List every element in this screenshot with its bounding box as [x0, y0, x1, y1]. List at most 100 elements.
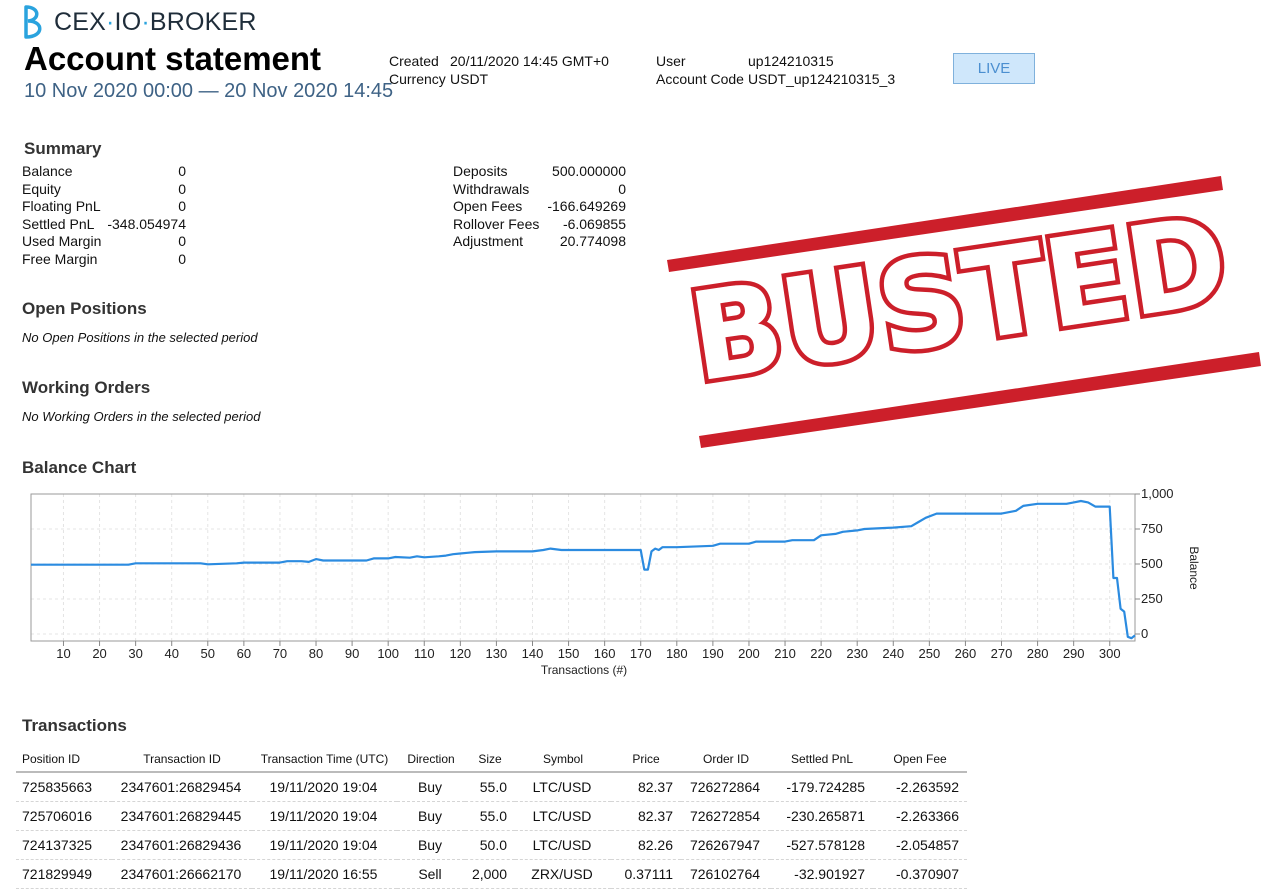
- live-badge[interactable]: LIVE: [953, 53, 1035, 84]
- col-symbol: Symbol: [515, 746, 611, 773]
- cell-direction: Buy: [397, 801, 465, 831]
- summary-right-table: Deposits 500.000000 Withdrawals 0 Open Fee…: [453, 163, 626, 251]
- summary-heading: Summary: [24, 139, 102, 158]
- chart-plot-frame: [30, 493, 1136, 642]
- created-info: Created 20/11/2020 14:45 GMT+0 Currency US…: [389, 53, 609, 87]
- working-orders-note: No Working Orders in the selected period: [22, 409, 261, 424]
- cell-transaction-id: 2347601:26662170: [112, 859, 252, 889]
- brand-logo: CEX·IO·BROKER: [22, 4, 257, 40]
- chart-x-tick-label: 250: [919, 646, 941, 661]
- busted-stamp: BUSTED BUSTED: [667, 176, 1261, 448]
- transactions-heading: Transactions: [22, 716, 127, 735]
- cell-position-id: 721829949: [16, 859, 112, 889]
- cell-settled-pnl: -527.578128: [771, 830, 873, 860]
- col-order-id: Order ID: [681, 746, 771, 773]
- chart-x-tick-label: 20: [92, 646, 106, 661]
- chart-x-tick-label: 230: [846, 646, 868, 661]
- chart-x-tick-label: 260: [955, 646, 977, 661]
- cell-symbol: ZRX/USD: [515, 859, 611, 889]
- summary-rollover-fees: Rollover Fees -6.069855: [453, 215, 626, 232]
- chart-x-tick-label: 270: [991, 646, 1013, 661]
- chart-y-label: Balance: [1187, 546, 1201, 590]
- chart-y-tick-label: 500: [1141, 556, 1163, 571]
- chart-x-tick-label: 140: [522, 646, 544, 661]
- summary-balance: Balance 0: [22, 163, 186, 179]
- cell-symbol: LTC/USD: [515, 830, 611, 860]
- cell-size: 55.0: [465, 772, 515, 802]
- table-row: 721829949 2347601:26662170 19/11/2020 16…: [16, 859, 967, 889]
- table-row: 725706016 2347601:26829445 19/11/2020 19…: [16, 801, 967, 831]
- chart-x-tick-label: 120: [449, 646, 471, 661]
- balance-series-line: [31, 499, 1136, 640]
- cell-transaction-time: 19/11/2020 19:04: [252, 772, 397, 802]
- summary-withdrawals: Withdrawals 0: [453, 180, 626, 197]
- chart-x-tick-label: 170: [630, 646, 652, 661]
- chart-x-tick-label: 90: [345, 646, 359, 661]
- chart-x-tick-label: 70: [273, 646, 287, 661]
- col-position-id: Position ID: [16, 746, 112, 773]
- cell-transaction-time: 19/11/2020 19:04: [252, 801, 397, 831]
- col-size: Size: [465, 746, 515, 773]
- cell-price: 82.37: [611, 772, 681, 802]
- summary-open-fees: Open Fees -166.649269: [453, 198, 626, 215]
- chart-x-tick-label: 50: [201, 646, 215, 661]
- chart-x-axis: 10 20 30 40 50 60 70 80 90 100 110 120 130 140 150 160 1…: [56, 641, 1121, 661]
- chart-x-tick-label: 240: [882, 646, 904, 661]
- transactions-table: Position ID Transaction ID Transaction T…: [16, 746, 967, 889]
- summary-deposits: Deposits 500.000000: [453, 163, 626, 179]
- cell-transaction-id: 2347601:26829454: [112, 772, 252, 802]
- cell-price: 0.37111: [611, 859, 681, 889]
- table-row: 724137325 2347601:26829436 19/11/2020 19…: [16, 830, 967, 860]
- chart-y-tick-label: 0: [1141, 626, 1148, 641]
- chart-x-tick-label: 200: [738, 646, 760, 661]
- chart-x-label: Transactions (#): [541, 663, 627, 677]
- cell-direction: Sell: [397, 859, 465, 889]
- cell-transaction-id: 2347601:26829445: [112, 801, 252, 831]
- cell-settled-pnl: -230.265871: [771, 801, 873, 831]
- chart-x-tick-label: 180: [666, 646, 688, 661]
- chart-x-tick-label: 10: [56, 646, 70, 661]
- chart-x-tick-label: 100: [377, 646, 399, 661]
- balance-chart: 10 20 30 40 50 60 70 80 90 100 110 120 130 140 150 160 1…: [30, 486, 1201, 677]
- summary-adjustment: Adjustment 20.774098: [453, 233, 626, 250]
- summary-floating-pnl: Floating PnL 0: [22, 198, 186, 215]
- cell-open-fee: -0.370907: [873, 859, 967, 889]
- cell-size: 55.0: [465, 801, 515, 831]
- cell-symbol: LTC/USD: [515, 801, 611, 831]
- cell-position-id: 725706016: [16, 801, 112, 831]
- chart-x-tick-label: 60: [237, 646, 251, 661]
- col-open-fee: Open Fee: [873, 746, 967, 773]
- col-direction: Direction: [397, 746, 465, 773]
- cell-open-fee: -2.263592: [873, 772, 967, 802]
- cell-direction: Buy: [397, 830, 465, 860]
- brand-name: CEX·IO·BROKER: [54, 7, 257, 36]
- cell-open-fee: -2.263366: [873, 801, 967, 831]
- balance-chart-heading: Balance Chart: [22, 458, 137, 477]
- cell-symbol: LTC/USD: [515, 772, 611, 802]
- col-transaction-time: Transaction Time (UTC): [252, 746, 397, 773]
- chart-x-tick-label: 130: [486, 646, 508, 661]
- chart-y-axis: 0 250 500 750 1,000: [1135, 486, 1174, 641]
- chart-y-tick-label: 250: [1141, 591, 1163, 606]
- chart-x-tick-label: 80: [309, 646, 323, 661]
- chart-x-tick-label: 160: [594, 646, 616, 661]
- summary-equity: Equity 0: [22, 180, 186, 197]
- col-price: Price: [611, 746, 681, 773]
- chart-x-tick-label: 30: [128, 646, 142, 661]
- chart-y-tick-label: 1,000: [1141, 486, 1174, 501]
- account-info: User up124210315 Account Code USDT_up12421…: [656, 53, 896, 87]
- cell-order-id: 726267947: [681, 830, 771, 860]
- table-row: 725835663 2347601:26829454 19/11/2020 19…: [16, 772, 967, 802]
- summary-left-table: Balance 0 Equity 0 Floating PnL 0 Settled P…: [22, 163, 186, 269]
- open-positions-heading: Open Positions: [22, 299, 147, 318]
- summary-free-margin: Free Margin 0: [22, 250, 186, 267]
- cell-size: 2,000: [465, 859, 515, 889]
- summary-settled-pnl: Settled PnL -348.054974: [22, 215, 186, 232]
- cell-price: 82.26: [611, 830, 681, 860]
- cell-settled-pnl: -32.901927: [771, 859, 873, 889]
- cell-price: 82.37: [611, 801, 681, 831]
- chart-x-tick-label: 290: [1063, 646, 1085, 661]
- cell-order-id: 726102764: [681, 859, 771, 889]
- cell-position-id: 724137325: [16, 830, 112, 860]
- chart-x-tick-label: 110: [414, 646, 435, 661]
